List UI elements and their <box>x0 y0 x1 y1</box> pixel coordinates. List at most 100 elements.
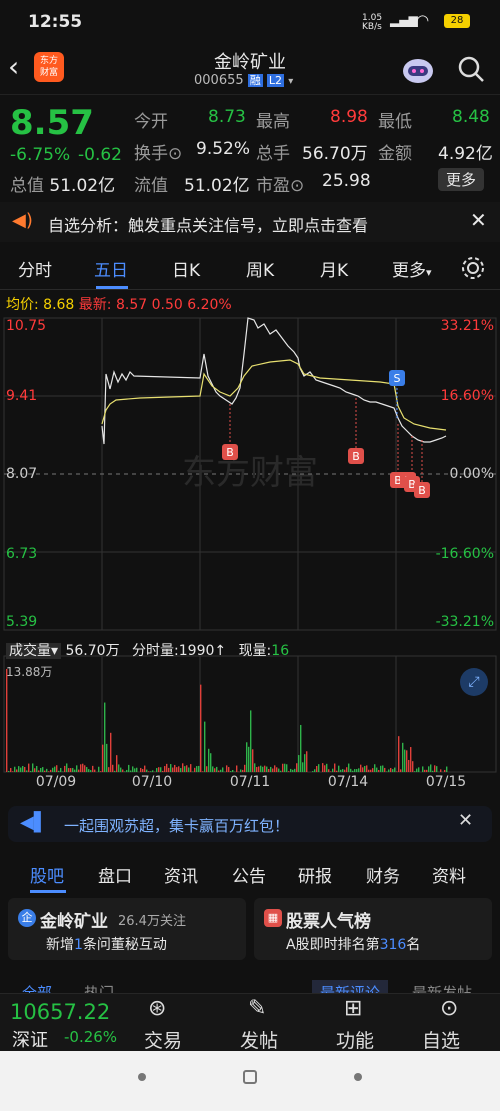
system-nav-bar <box>0 1051 500 1111</box>
tab-profile[interactable]: 资料 <box>432 862 466 887</box>
active-tab-indicator <box>30 890 66 893</box>
pe-label[interactable]: 市盈⊙ <box>256 171 304 196</box>
volume-bar <box>288 771 290 772</box>
tab-weekly-k[interactable]: 周K <box>246 256 274 281</box>
index-value[interactable]: 10657.22 <box>10 1000 110 1024</box>
volume-bar <box>20 767 22 772</box>
volume-bar <box>130 770 132 772</box>
volume-bar <box>26 770 28 772</box>
close-icon[interactable]: ✕ <box>458 810 473 831</box>
volume-bar <box>14 766 16 772</box>
function-button[interactable]: 功能 <box>336 1026 374 1053</box>
volume-bar <box>116 755 118 772</box>
volume-bar <box>64 765 66 772</box>
volume-bar <box>24 766 26 772</box>
volume-bar <box>38 770 40 772</box>
trade-button[interactable]: 交易 <box>144 1026 182 1053</box>
card-title: 股票人气榜 <box>286 912 371 932</box>
svg-text:B: B <box>226 446 234 459</box>
svg-text:S: S <box>394 372 401 385</box>
volume-bar <box>144 765 146 772</box>
volume-bar <box>220 769 222 772</box>
volume-bar <box>298 755 300 772</box>
expand-icon[interactable]: ⤢ <box>460 668 488 696</box>
tab-news[interactable]: 资讯 <box>164 862 198 887</box>
volume-bar <box>120 767 122 772</box>
volume-bar <box>396 771 398 772</box>
stock-code: 000655 <box>194 73 244 88</box>
back-nav-icon[interactable] <box>354 1073 362 1081</box>
popularity-card[interactable]: ▦ 股票人气榜 A股即时排名第316名 <box>254 898 492 960</box>
menu-icon[interactable] <box>138 1073 146 1081</box>
grid <box>3 317 497 773</box>
home-icon[interactable] <box>243 1070 257 1084</box>
tab-pankou[interactable]: 盘口 <box>98 862 132 887</box>
stock-header: ‹ 东方 财富 金岭矿业 000655 融 L2 ▾ <box>0 44 500 94</box>
volume-bar <box>128 764 130 772</box>
volume-bar <box>366 765 368 772</box>
volume-bar <box>100 771 102 772</box>
volume-bar <box>84 765 86 772</box>
volume-bar <box>98 766 100 772</box>
svg-text:B: B <box>352 450 360 463</box>
stock-bar-card[interactable]: 企 金岭矿业 26.4万关注 新增1条问董秘互动 <box>8 898 246 960</box>
apps-icon[interactable]: ⊞ <box>344 996 362 1021</box>
subtab-latest-review[interactable]: 最新评论 <box>312 980 389 994</box>
five-day-chart[interactable]: 均价: 8.68 最新: 8.57 0.50 6.20% 东方财富 10.75 … <box>0 290 500 800</box>
volume-bar <box>316 765 318 772</box>
subtab-latest-post[interactable]: 最新发帖 <box>404 980 480 994</box>
volume-bar <box>340 769 342 772</box>
volume-bar <box>430 764 432 772</box>
volume-bar <box>182 763 184 772</box>
volume-bar <box>88 769 90 772</box>
promo-banner[interactable]: ◀▌ 一起围观苏超，集卡赢百万红包！ ✕ <box>8 806 492 842</box>
volume-bar <box>406 750 408 772</box>
volume-bar <box>292 769 294 772</box>
volume-bar <box>176 767 178 772</box>
high-label: 最高 <box>256 112 290 132</box>
volume-bar <box>416 768 418 772</box>
volume-bar <box>256 767 258 772</box>
close-icon[interactable]: ✕ <box>470 208 487 232</box>
trade-icon[interactable]: ⊛ <box>148 996 166 1021</box>
volume-bar <box>284 763 286 772</box>
volume-bar <box>12 771 14 772</box>
tab-intraday[interactable]: 分时 <box>18 256 52 281</box>
turnover-label[interactable]: 换手⊙ <box>134 139 182 164</box>
volume-bar <box>424 769 426 772</box>
volume-selector[interactable]: 成交量▾ <box>6 643 62 659</box>
post-icon[interactable]: ✎ <box>248 996 266 1021</box>
volume-bar <box>392 769 394 772</box>
tab-more[interactable]: 更多▾ <box>392 256 432 281</box>
post-button[interactable]: 发帖 <box>240 1026 278 1053</box>
tab-guba[interactable]: 股吧 <box>30 862 64 887</box>
tab-monthly-k[interactable]: 月K <box>320 256 348 281</box>
volume-bar <box>412 761 414 772</box>
clock: 12:55 <box>28 12 83 32</box>
volume-bar <box>72 767 74 772</box>
battery-icon: 28 <box>444 14 470 28</box>
active-tab-indicator <box>96 286 128 289</box>
volume-bar <box>330 771 332 772</box>
volume-bar <box>418 767 420 772</box>
watchlist-button[interactable]: 自选 <box>422 1026 460 1053</box>
tab-research[interactable]: 研报 <box>298 862 332 887</box>
analysis-alert[interactable]: ◀) 自选分析：触发重点关注信号，立即点击查看 ✕ <box>0 202 500 242</box>
tab-announce[interactable]: 公告 <box>232 862 266 887</box>
alert-text: 自选分析：触发重点关注信号，立即点击查看 <box>48 216 369 235</box>
robot-assistant-icon[interactable] <box>400 52 436 86</box>
settings-gear-icon[interactable] <box>460 255 486 281</box>
tab-five-day[interactable]: 五日 <box>94 256 128 281</box>
watchlist-icon[interactable]: ⊙ <box>440 996 458 1021</box>
date-label: 07/15 <box>426 774 466 790</box>
volume-bar <box>326 763 328 772</box>
volume-bar <box>388 769 390 772</box>
search-icon[interactable] <box>456 54 486 84</box>
bottom-bar: 10657.22 深证 -0.26% ⊛ 交易 ✎ 发帖 ⊞ 功能 ⊙ 自选 <box>0 993 500 1053</box>
tab-daily-k[interactable]: 日K <box>172 256 200 281</box>
tab-finance[interactable]: 财务 <box>366 862 400 887</box>
wifi-icon: ◠ <box>416 11 430 29</box>
stock-code-row[interactable]: 000655 融 L2 ▾ <box>194 72 293 88</box>
volume-bar <box>274 765 276 772</box>
more-button[interactable]: 更多 <box>438 168 485 191</box>
